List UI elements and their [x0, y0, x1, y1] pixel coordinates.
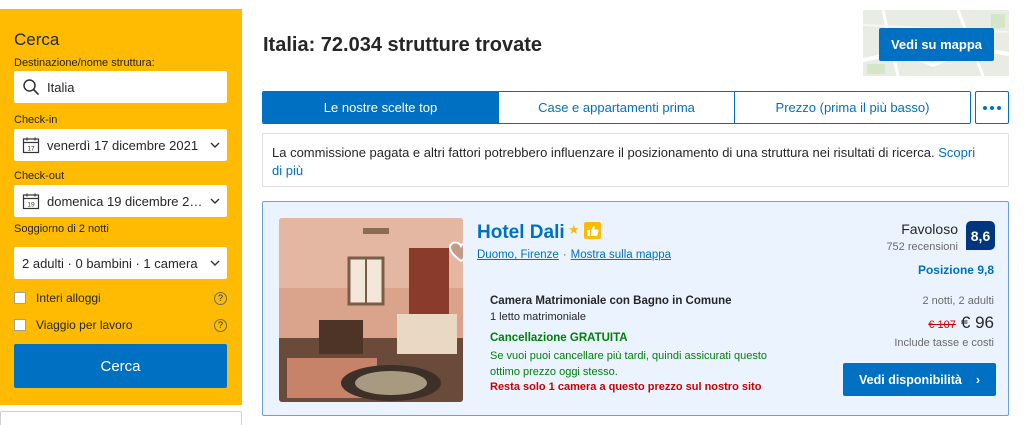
guests-value: 2 adulti · 0 bambini · 1 camera [22, 255, 198, 271]
stay-summary: 2 notti, 2 adulti [922, 295, 994, 307]
taxes-note: Include tasse e costi [894, 337, 994, 349]
hotel-name-link[interactable]: Hotel Dali [477, 222, 565, 244]
free-cancellation: Cancellazione GRATUITA [490, 332, 628, 344]
location-line: Duomo, Firenze · Mostra sulla mappa [477, 249, 671, 261]
sort-tabs: Le nostre scelte top Case e appartamenti… [262, 91, 971, 124]
guests-select[interactable]: 2 adulti · 0 bambini · 1 camera [14, 247, 227, 279]
chevron-right-icon: › [975, 372, 980, 387]
price: € 107 € 96 [928, 313, 994, 333]
destination-value: Italia [47, 79, 75, 95]
checkbox-box[interactable] [14, 292, 26, 304]
original-price: € 107 [928, 319, 956, 331]
cancellation-description: Se vuoi puoi cancellare più tardi, quind… [490, 350, 767, 378]
review-score-badge[interactable]: 8,6 [966, 221, 995, 250]
see-availability-label: Vedi disponibilità [859, 372, 962, 387]
checkout-day-text: 19 [27, 202, 35, 209]
bed-info: 1 letto matrimoniale [490, 311, 586, 323]
help-icon[interactable]: ? [214, 291, 227, 305]
room-name: Camera Matrimoniale con Bagno in Comune [490, 295, 732, 307]
discounted-price: € 96 [960, 313, 994, 332]
review-word: Favoloso [901, 221, 958, 237]
checkin-label: Check-in [14, 114, 58, 126]
search-panel-title: Cerca [14, 30, 60, 49]
checkbox-box[interactable] [14, 319, 26, 331]
page-title: Italia: 72.034 strutture trovate [263, 34, 542, 56]
calendar-icon: 19 [19, 189, 43, 213]
tab-price-lowest[interactable]: Prezzo (prima il più basso) [735, 92, 970, 123]
review-count: 752 recensioni [886, 241, 958, 253]
stay-length-label: Soggiorno di 2 notti [14, 223, 109, 235]
checkin-date-select[interactable]: 17 venerdì 17 dicembre 2021 [14, 129, 227, 161]
chevron-down-icon [203, 198, 227, 204]
scarcity-message: Resta solo 1 camera a questo prezzo sul … [490, 381, 762, 393]
whole-homes-checkbox[interactable]: Interi alloggi ? [14, 289, 227, 307]
more-icon[interactable] [975, 91, 1009, 124]
thumbs-up-icon [584, 222, 601, 239]
chevron-down-icon [203, 142, 227, 148]
heart-icon[interactable] [448, 241, 463, 263]
work-trip-checkbox[interactable]: Viaggio per lavoro ? [14, 316, 227, 334]
see-availability-button[interactable]: Vedi disponibilità › [843, 363, 996, 396]
filters-panel-edge [0, 411, 242, 425]
show-on-map-button[interactable]: Vedi su mappa [879, 28, 994, 61]
checkin-day-text: 17 [27, 146, 35, 153]
show-on-map-link[interactable]: Mostra sulla mappa [571, 249, 671, 261]
property-photo[interactable] [279, 218, 463, 402]
checkout-date-select[interactable]: 19 domenica 19 dicembre 2021 [14, 185, 227, 217]
property-card: Hotel Dali ★ Duomo, Firenze · Mostra sulla… [262, 201, 1009, 416]
location-score: Posizione 9,8 [917, 263, 994, 277]
destination-input[interactable]: Italia [14, 71, 227, 103]
search-button[interactable]: Cerca [14, 344, 227, 388]
checkout-label: Check-out [14, 170, 65, 182]
tab-homes-first[interactable]: Case e appartamenti prima [499, 92, 735, 123]
search-panel: Cerca Destinazione/nome struttura: Itali… [0, 9, 242, 405]
whole-homes-label: Interi alloggi [36, 291, 101, 305]
star-icon: ★ [568, 222, 580, 237]
location-link[interactable]: Duomo, Firenze [477, 249, 559, 261]
help-icon[interactable]: ? [214, 318, 227, 332]
ranking-disclaimer: La commissione pagata e altri fattori po… [262, 133, 1009, 187]
location-separator: · [562, 249, 567, 261]
work-trip-label: Viaggio per lavoro [36, 318, 133, 332]
chevron-down-icon [203, 260, 227, 266]
checkin-value: venerdì 17 dicembre 2021 [47, 137, 199, 153]
tab-top-picks[interactable]: Le nostre scelte top [263, 92, 499, 123]
search-icon [19, 75, 43, 99]
destination-label: Destinazione/nome struttura: [14, 57, 155, 69]
calendar-icon: 17 [19, 133, 43, 157]
checkout-value: domenica 19 dicembre 2021 [47, 193, 203, 209]
disclaimer-text: La commissione pagata e altri fattori po… [272, 145, 939, 160]
